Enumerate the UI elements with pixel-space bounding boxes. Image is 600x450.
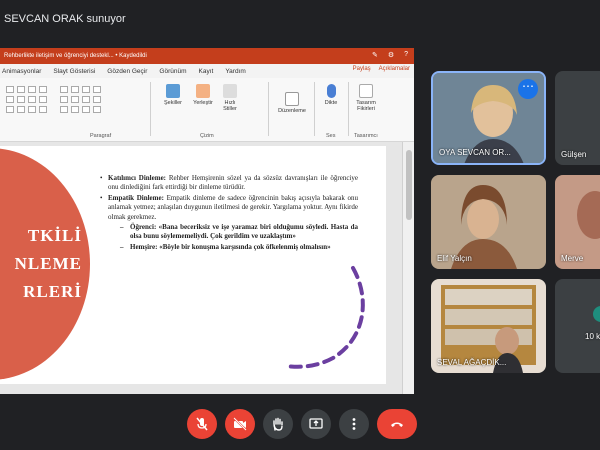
quick-styles-label: Hızlı Stiller (223, 100, 237, 112)
participant-tile[interactable]: 10 k (555, 279, 600, 373)
arrange-icon (196, 84, 210, 98)
sub-bullet-item: Öğrenci: «Bana beceriksiz ve işe yaramaz… (100, 223, 358, 242)
current-slide[interactable]: TKİLİ NLEME RLERİ Katılımcı Dinleme: Reh… (0, 146, 386, 384)
participant-name: Gülşen (561, 150, 587, 159)
present-screen-icon (309, 418, 323, 429)
slide-body-text: Katılımcı Dinleme: Rehber Hemşirenin söz… (100, 174, 358, 253)
presenter-label: SEVCAN ORAK sunuyor (4, 13, 126, 25)
voice-group-label: Ses (326, 133, 336, 139)
participant-name: OYA SEVCAN OR... (439, 148, 511, 157)
more-options-icon[interactable]: ⋯ (518, 79, 538, 99)
camera-off-icon (233, 417, 247, 431)
participant-name: Elif Yalçın (437, 254, 472, 263)
participant-tile[interactable]: ⋯ OYA SEVCAN OR... (431, 71, 546, 165)
more-options-button[interactable] (339, 409, 369, 439)
shapes-button[interactable]: Şekiller (160, 84, 186, 106)
arrange-label: Yerleştir (193, 100, 213, 106)
bullet-heading: Empatik Dinleme: (108, 193, 164, 202)
participant-name: 10 k (585, 332, 600, 341)
phone-hangup-icon (391, 422, 403, 427)
help-icon[interactable]: ? (404, 51, 408, 59)
comments-button[interactable]: Açıklamalar (379, 66, 410, 72)
sub-bullet-item: Hemşire: «Böyle bir konuşma karşısında ç… (100, 243, 358, 253)
call-controls (0, 400, 600, 450)
ppt-ribbon: Paragraf Şekiller Yerleştir Hızlı Stille… (0, 78, 414, 142)
slide-title: TKİLİ NLEME RLERİ (0, 222, 82, 306)
menu-help[interactable]: Yardım (225, 68, 245, 75)
camera-toggle-button[interactable] (225, 409, 255, 439)
designer-button[interactable]: Tasarım Fikirleri (352, 84, 380, 112)
participant-tile[interactable]: Elif Yalçın (431, 175, 546, 269)
menu-record[interactable]: Kayıt (199, 68, 214, 75)
shapes-icon (166, 84, 180, 98)
ribbon-divider (150, 82, 151, 136)
editing-button[interactable]: Düzenleme (274, 92, 310, 114)
editing-label: Düzenleme (278, 108, 306, 114)
meeting-top-bar: SEVCAN ORAK sunuyor (0, 0, 600, 38)
menu-review[interactable]: Gözden Geçir (107, 68, 147, 75)
bullet-item: Katılımcı Dinleme: Rehber Hemşirenin söz… (100, 174, 358, 193)
alignment-tools[interactable] (60, 86, 101, 113)
shapes-label: Şekiller (163, 100, 183, 106)
ppt-title-bar: Rehberlikte iletişim ve öğrenciyi destek… (0, 48, 414, 64)
scrollbar-thumb[interactable] (406, 150, 412, 220)
dictate-label: Dikte (324, 100, 338, 106)
quick-styles-button[interactable]: Hızlı Stiller (220, 84, 240, 112)
paragraph-group-label: Paragraf (90, 133, 112, 139)
search-icon (285, 92, 299, 106)
slide-editor: TKİLİ NLEME RLERİ Katılımcı Dinleme: Reh… (0, 142, 414, 394)
slide-title-line: NLEME (14, 254, 82, 273)
ribbon-divider (314, 82, 315, 136)
microphone-off-icon (593, 306, 600, 322)
bullet-heading: Katılımcı Dinleme: (108, 174, 167, 182)
participant-name: SEVAL AĞAÇDİK... (437, 358, 507, 367)
participant-name: Merve (561, 254, 584, 263)
designer-group-label: Tasarımcı (354, 133, 378, 139)
present-screen-button[interactable] (301, 409, 331, 439)
slide-scrollbar[interactable] (402, 142, 414, 394)
slide-title-line: RLERİ (23, 282, 82, 301)
menu-animations[interactable]: Animasyonlar (2, 68, 41, 75)
more-vertical-icon (352, 418, 356, 430)
participant-tile[interactable]: Gülşen (555, 71, 600, 165)
slide-title-line: TKİLİ (27, 226, 82, 245)
dictate-button[interactable]: Dikte (320, 84, 342, 106)
drawing-group-label: Çizim (200, 133, 214, 139)
gear-icon[interactable]: ⚙ (388, 51, 394, 59)
share-button[interactable]: Paylaş (353, 66, 371, 72)
hand-icon (273, 417, 283, 431)
microphone-toggle-button[interactable] (187, 409, 217, 439)
lightbulb-icon[interactable]: ✎ (372, 51, 378, 59)
paragraph-tools[interactable] (6, 86, 47, 113)
microphone-icon (326, 84, 336, 98)
quick-styles-icon (223, 84, 237, 98)
leave-call-button[interactable] (377, 409, 417, 439)
file-title: Rehberlikte iletişim ve öğrenciyi destek… (4, 53, 147, 59)
ribbon-divider (348, 82, 349, 136)
menu-slideshow[interactable]: Slayt Gösterisi (53, 68, 95, 75)
raise-hand-button[interactable] (263, 409, 293, 439)
participant-tile[interactable]: SEVAL AĞAÇDİK... (431, 279, 546, 373)
decorative-swirl (284, 266, 365, 369)
ppt-menu-bar: Animasyonlar Slayt Gösterisi Gözden Geçi… (0, 64, 414, 78)
microphone-off-icon (196, 417, 208, 431)
bullet-item: Empatik Dinleme: Empatik dinleme de sade… (100, 194, 358, 222)
arrange-button[interactable]: Yerleştir (190, 84, 216, 106)
shared-presentation: Rehberlikte iletişim ve öğrenciyi destek… (0, 48, 414, 394)
ribbon-divider (268, 82, 269, 136)
designer-label: Tasarım Fikirleri (356, 100, 376, 112)
participant-tile[interactable]: Merve (555, 175, 600, 269)
menu-view[interactable]: Görünüm (159, 68, 186, 75)
designer-icon (359, 84, 373, 98)
